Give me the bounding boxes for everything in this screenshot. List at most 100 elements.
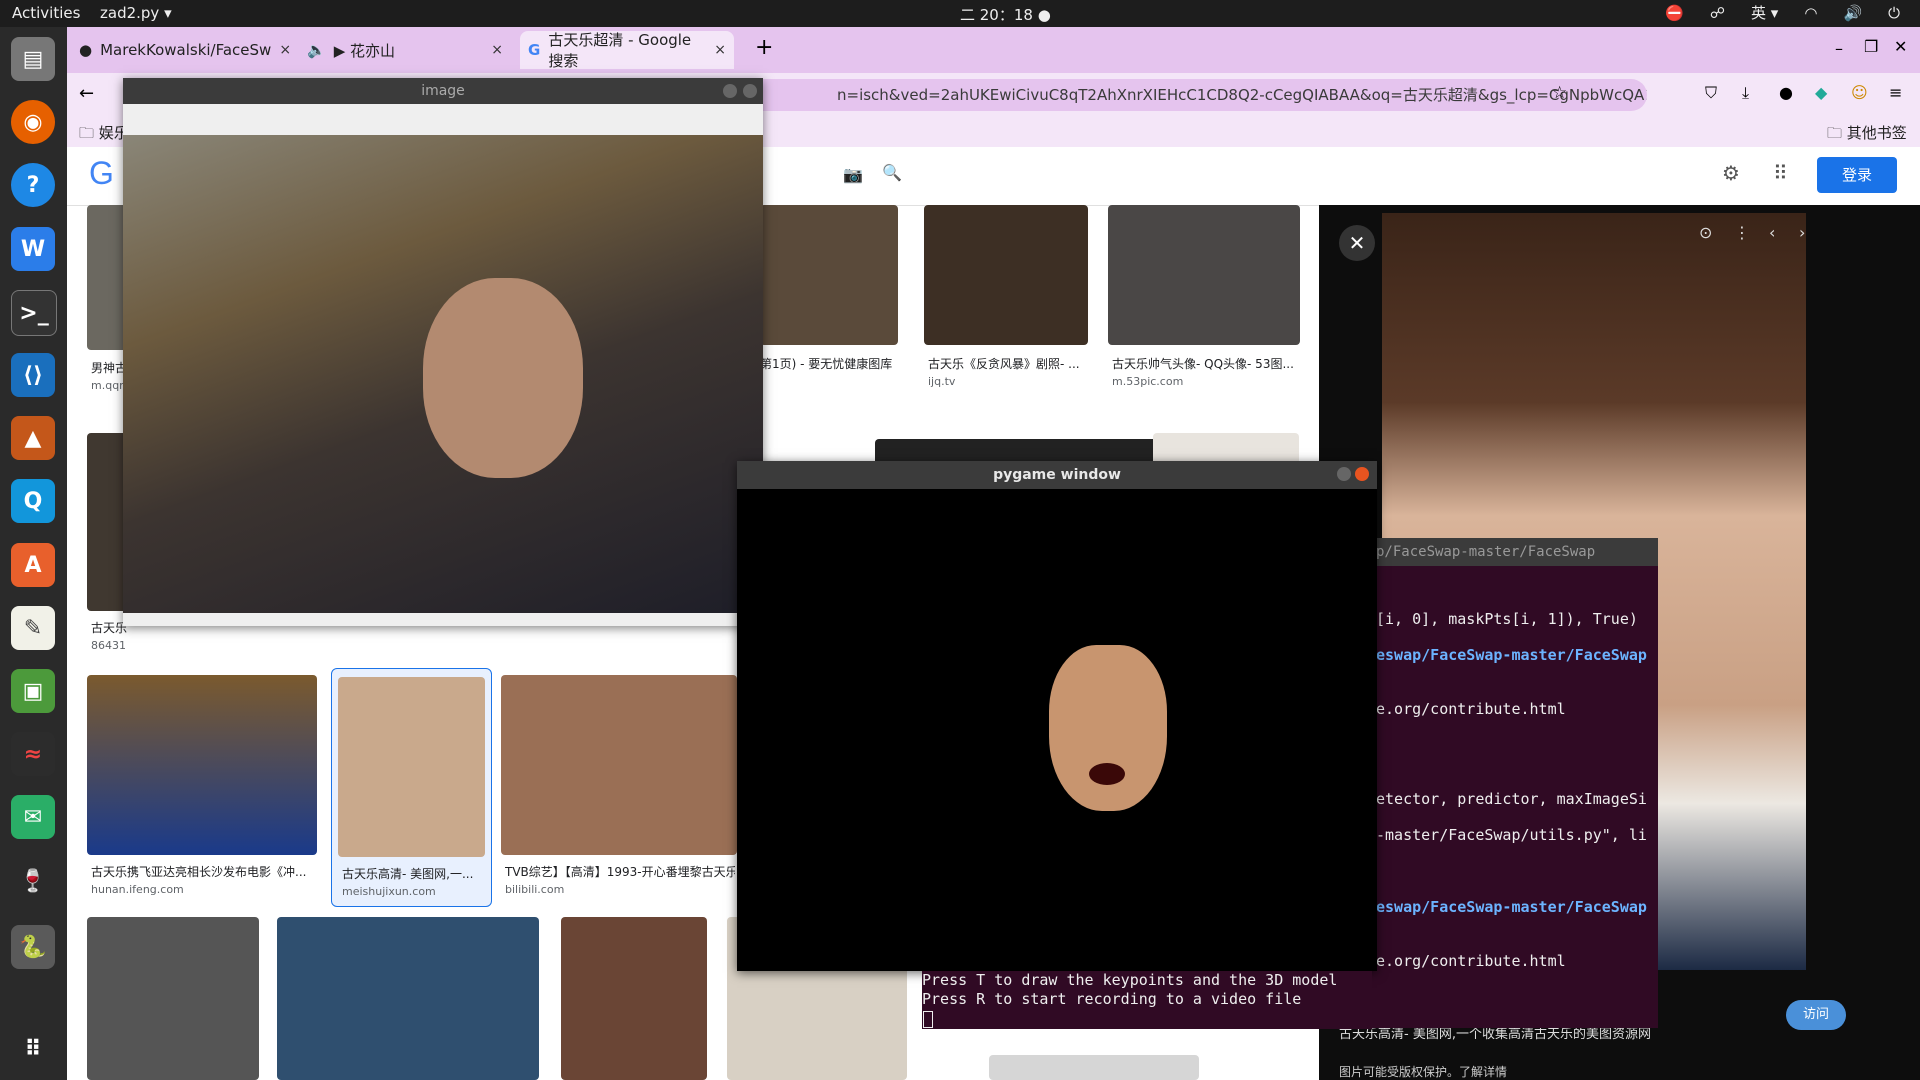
close-icon[interactable] — [1355, 467, 1369, 481]
apps-icon[interactable]: ⠿ — [1773, 161, 1788, 185]
tab-google-search[interactable]: G 古天乐超清 - Google 搜索 × — [520, 31, 734, 70]
result-image[interactable] — [989, 1055, 1199, 1080]
result-card[interactable] — [87, 917, 259, 1080]
wifi-icon[interactable]: ◠ — [1804, 4, 1817, 22]
result-title[interactable]: 男神古 — [91, 359, 127, 376]
software-center-icon[interactable]: A — [11, 543, 55, 587]
close-icon[interactable] — [743, 84, 757, 98]
result-title[interactable]: 古天乐帅气头像- QQ头像- 53图... — [1112, 355, 1294, 372]
terminal-icon[interactable]: >_ — [11, 290, 57, 336]
close-tab-icon[interactable]: × — [279, 42, 291, 58]
star-icon[interactable]: ☆ — [1552, 83, 1567, 103]
result-card[interactable] — [277, 917, 539, 1080]
face-region — [423, 278, 583, 478]
result-title[interactable]: 古天乐携飞亚达亮相长沙发布电影《冲... — [91, 863, 313, 880]
result-image[interactable] — [338, 677, 485, 857]
close-tab-icon[interactable]: × — [491, 42, 503, 58]
maximize-icon[interactable]: ❐ — [1864, 37, 1878, 56]
vscode-icon[interactable]: ⟨⟩ — [11, 353, 55, 397]
app-menu[interactable]: zad2.py ▾ — [100, 4, 172, 22]
result-image[interactable] — [501, 675, 737, 855]
close-preview-icon[interactable]: ✕ — [1339, 225, 1375, 261]
clock[interactable]: 二 20：18 ● — [960, 4, 1051, 25]
result-title[interactable]: 第1页) - 要无忧健康图库 — [760, 355, 892, 372]
menu-icon[interactable]: ≡ — [1889, 83, 1902, 102]
terminal-titlebar[interactable]: p/FaceSwap-master/FaceSwap — [1336, 538, 1658, 566]
bird-app-icon[interactable]: ≈ — [11, 732, 55, 776]
help-icon[interactable]: ? — [11, 163, 55, 207]
new-tab-button[interactable]: + — [755, 35, 773, 60]
bookmark-folder[interactable]: 🗀 娱乐 — [79, 122, 129, 148]
result-card[interactable]: 古天乐《反贪风暴》剧照- ... ijq.tv — [924, 205, 1094, 405]
image-viewer-icon[interactable]: ▣ — [11, 669, 55, 713]
power-icon[interactable]: ⏻ — [1888, 4, 1900, 22]
result-source: meishujixun.com — [342, 885, 436, 898]
minimize-icon[interactable] — [723, 84, 737, 98]
system-tray[interactable]: ⛔ ☍ 英 ▾ ◠ 🔊 ⏻ — [1665, 2, 1900, 23]
pocket-icon[interactable]: ⛉ — [1705, 83, 1717, 103]
close-window-icon[interactable]: ✕ — [1894, 37, 1907, 56]
result-card[interactable] — [989, 1055, 1199, 1080]
search-icon[interactable]: 🔍 — [882, 163, 902, 182]
qq-icon[interactable]: Q — [11, 479, 55, 523]
python-app-icon[interactable]: 🐍 — [11, 925, 55, 969]
result-card-selected[interactable]: 古天乐高清- 美图网,一... meishujixun.com — [331, 668, 492, 907]
network-indicator-icon[interactable]: ☍ — [1710, 4, 1725, 22]
next-image-icon[interactable]: › — [1799, 223, 1805, 242]
tab-huayishan[interactable]: 🔈 ▶ 花亦山 × — [299, 31, 511, 69]
settings-icon[interactable]: ⚙ — [1722, 161, 1740, 185]
activities-button[interactable]: Activities — [12, 4, 80, 22]
result-title[interactable]: 古天乐 — [91, 619, 127, 636]
result-image[interactable] — [924, 205, 1088, 345]
result-image[interactable] — [561, 917, 707, 1080]
speaker-icon[interactable]: 🔈 — [307, 41, 326, 59]
window-titlebar[interactable]: image — [123, 78, 763, 104]
result-image[interactable] — [87, 675, 317, 855]
wps-icon[interactable]: W — [11, 227, 55, 271]
window-titlebar[interactable]: pygame window — [737, 461, 1377, 489]
more-options-icon[interactable]: ⋮ — [1734, 223, 1750, 242]
volume-icon[interactable]: 🔊 — [1843, 4, 1862, 22]
result-image[interactable] — [760, 205, 898, 345]
camera-icon[interactable]: 📷 — [843, 165, 863, 184]
input-method[interactable]: 英 ▾ — [1751, 2, 1778, 23]
result-card[interactable]: 古天乐帅气头像- QQ头像- 53图... m.53pic.com — [1108, 205, 1308, 405]
result-title[interactable]: 古天乐《反贪风暴》剧照- ... — [928, 355, 1080, 372]
wine-icon[interactable]: 🍷 — [11, 859, 55, 903]
lens-icon[interactable]: ⊙ — [1699, 223, 1712, 242]
minimize-icon[interactable] — [1337, 467, 1351, 481]
result-card[interactable]: 第1页) - 要无忧健康图库 — [760, 205, 910, 405]
tab-label: MarekKowalski/FaceSw — [100, 41, 272, 59]
minimize-icon[interactable]: – — [1835, 39, 1843, 58]
back-icon[interactable]: ← — [79, 83, 94, 104]
other-bookmarks[interactable]: 🗀 其他书签 — [1827, 122, 1907, 148]
sign-in-button[interactable]: 登录 — [1817, 157, 1897, 193]
files-icon[interactable]: ▤ — [11, 37, 55, 81]
tab-github[interactable]: ● MarekKowalski/FaceSw × — [71, 31, 291, 69]
result-card[interactable] — [561, 917, 707, 1080]
result-title[interactable]: 古天乐高清- 美图网,一... — [342, 865, 482, 882]
matlab-icon[interactable]: ▲ — [11, 416, 55, 460]
text-editor-icon[interactable]: ✎ — [11, 606, 55, 650]
result-title[interactable]: TVB综艺】【高清】1993-开心番埋黎古天乐 — [505, 863, 735, 880]
wechat-icon[interactable]: ✉ — [11, 795, 55, 839]
download-icon[interactable]: ⤓ — [1742, 83, 1749, 103]
result-card[interactable]: TVB综艺】【高清】1993-开心番埋黎古天乐 bilibili.com — [501, 675, 737, 905]
show-apps-icon[interactable]: ⠿ — [11, 1027, 55, 1071]
notification-icon[interactable]: ⛔ — [1665, 4, 1684, 22]
close-tab-icon[interactable]: × — [714, 42, 726, 58]
face-mask-render — [1049, 645, 1167, 811]
account-icon[interactable]: ☺ — [1851, 83, 1868, 102]
extension-icon[interactable]: ● — [1779, 83, 1793, 102]
result-card[interactable]: 古天乐携飞亚达亮相长沙发布电影《冲... hunan.ifeng.com — [87, 675, 317, 905]
google-logo[interactable]: G — [89, 155, 114, 192]
tab-strip: ● MarekKowalski/FaceSw × 🔈 ▶ 花亦山 × G 古天乐… — [67, 27, 1920, 73]
prev-image-icon[interactable]: ‹ — [1769, 223, 1775, 242]
firefox-icon[interactable]: ◉ — [11, 100, 55, 144]
result-image[interactable] — [1108, 205, 1300, 345]
result-source: bilibili.com — [505, 883, 565, 896]
extension-icon[interactable]: ◆ — [1815, 83, 1827, 102]
result-image[interactable] — [87, 917, 259, 1080]
result-image[interactable] — [277, 917, 539, 1080]
visit-button[interactable]: 访问 — [1786, 1000, 1846, 1030]
